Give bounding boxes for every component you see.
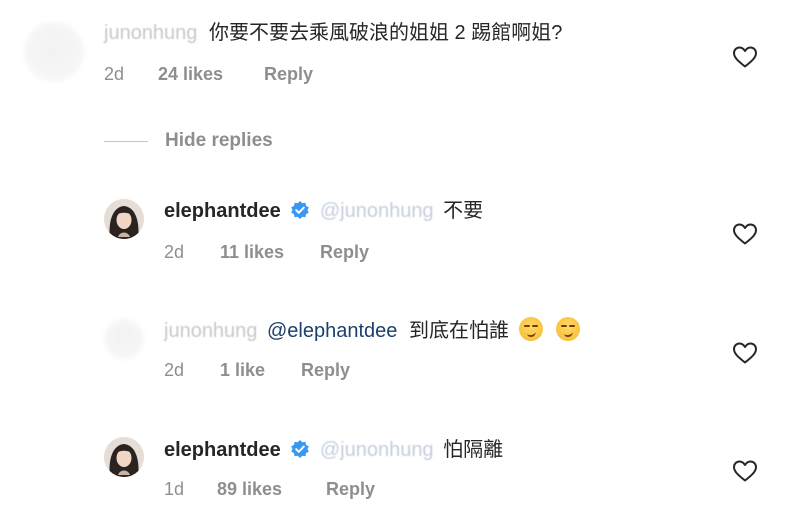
username[interactable]: junonhung [104,22,197,44]
avatar[interactable] [104,319,144,359]
reply-item: elephantdee @junonhung 怕隔離 1d 89 likes R… [0,432,800,512]
reply-text: 不要 [443,200,484,222]
avatar[interactable] [24,22,84,82]
smirking-face-icon [518,317,543,341]
reply-line: junonhung @elephantdee 到底在怕誰 [164,317,581,344]
mention-link[interactable]: @junonhung [320,439,434,461]
reply-meta: 2d 1 like Reply [164,358,464,382]
reply-button[interactable]: Reply [301,358,350,382]
avatar[interactable] [104,437,144,477]
reply-button[interactable]: Reply [264,62,313,86]
timestamp: 2d [164,360,185,380]
reply-item: elephantdee @junonhung 不要 2d 11 likes Re… [0,195,800,275]
heart-icon[interactable] [732,341,758,365]
hide-replies-label: Hide replies [165,130,273,151]
likes-count[interactable]: 24 likes [158,62,223,86]
username[interactable]: junonhung [164,320,257,342]
mention-link[interactable]: @junonhung [320,200,434,222]
reply-text: 到底在怕誰 [408,320,509,342]
reply-line: elephantdee @junonhung 不要 [164,198,483,224]
comment-item: junonhung 你要不要去乘風破浪的姐姐 2 踢館啊姐? 2d 24 lik… [0,0,800,110]
reply-meta: 1d 89 likes Reply [164,477,464,501]
divider [104,141,148,142]
avatar-photo [104,199,144,239]
timestamp: 1d [164,479,185,499]
username[interactable]: elephantdee [164,200,281,222]
verified-badge-icon [291,201,310,219]
avatar[interactable] [104,199,144,239]
reply-text: 怕隔離 [443,439,504,461]
verified-badge-icon [291,440,310,458]
timestamp: 2d [104,64,125,84]
avatar-photo [104,437,144,477]
reply-line: elephantdee @junonhung 怕隔離 [164,437,503,463]
heart-icon[interactable] [732,459,758,483]
likes-count[interactable]: 89 likes [217,477,282,501]
heart-icon[interactable] [732,222,758,246]
reply-item: junonhung @elephantdee 到底在怕誰 2d 1 like R… [0,313,800,393]
smirking-face-icon [556,317,581,341]
mention-link[interactable]: @elephantdee [267,320,397,342]
reply-button[interactable]: Reply [320,240,369,264]
likes-count[interactable]: 1 like [220,358,265,382]
username[interactable]: elephantdee [164,439,281,461]
heart-icon[interactable] [732,45,758,69]
likes-count[interactable]: 11 likes [220,240,284,264]
timestamp: 2d [164,242,185,262]
reply-button[interactable]: Reply [326,477,375,501]
comment-meta: 2d 24 likes Reply [104,62,404,86]
comment-text: 你要不要去乘風破浪的姐姐 2 踢館啊姐? [209,22,563,44]
reply-meta: 2d 11 likes Reply [164,240,464,264]
comment-line: junonhung 你要不要去乘風破浪的姐姐 2 踢館啊姐? [104,20,562,46]
